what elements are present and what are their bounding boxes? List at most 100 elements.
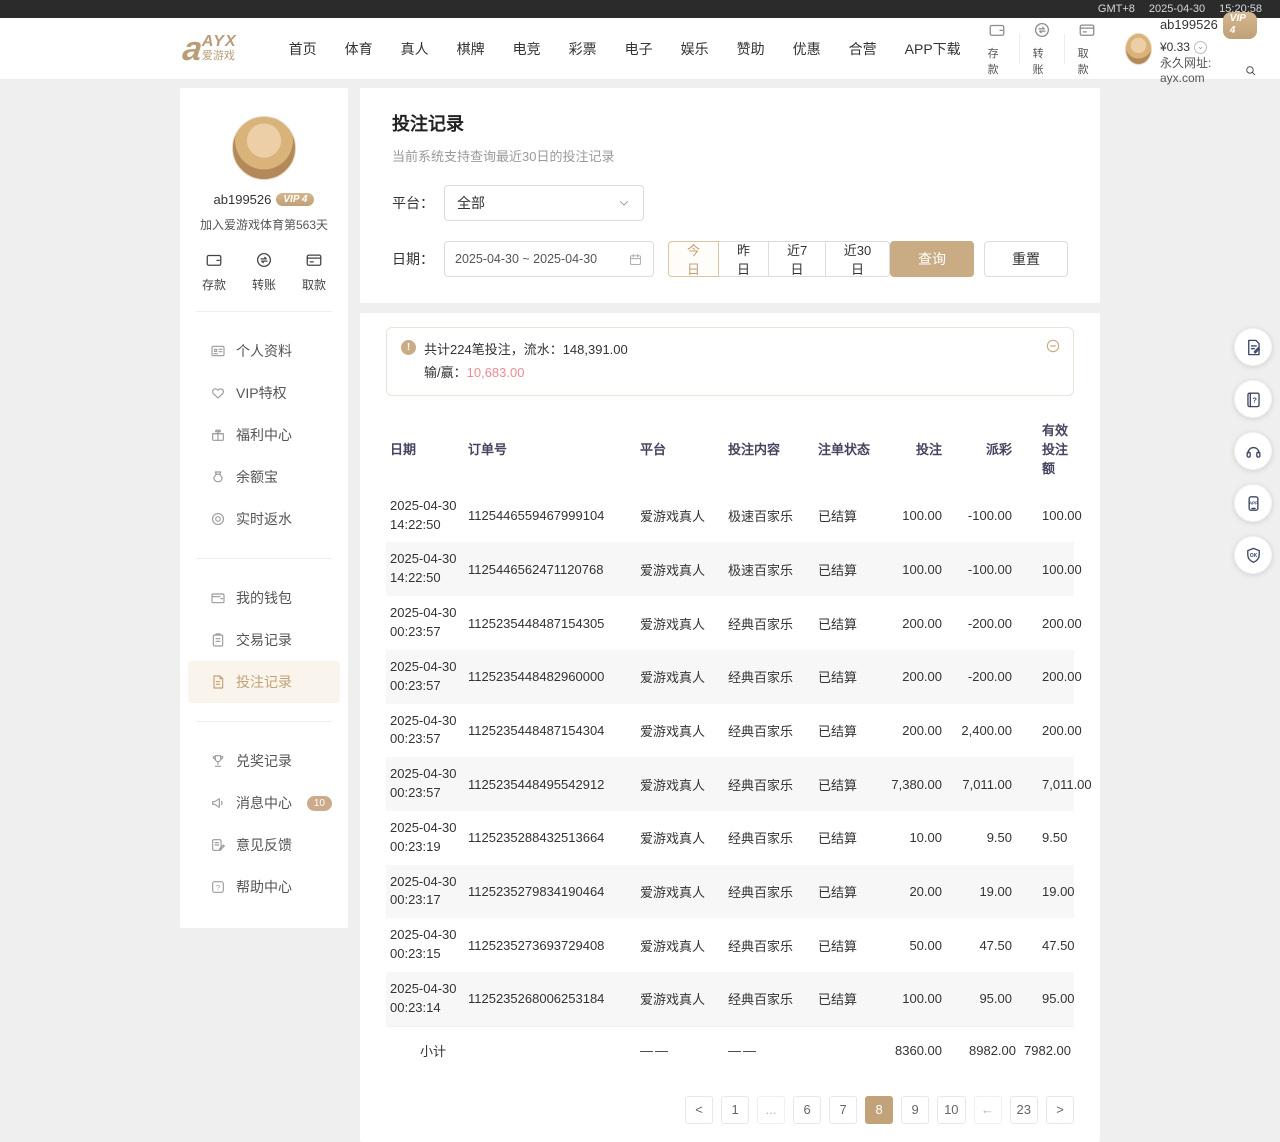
avatar[interactable] xyxy=(1125,33,1152,65)
cell-bet-amount: 200.00 xyxy=(884,596,946,650)
avatar[interactable] xyxy=(232,116,296,180)
ellipsis-button[interactable]: ... xyxy=(757,1096,785,1124)
bet-record-icon xyxy=(210,674,226,690)
platform-label: 平台： xyxy=(392,193,434,213)
cell-payout: 19.00 xyxy=(946,865,1020,919)
table-row[interactable]: 2025-04-3014:22:501125446559467999104爱游戏… xyxy=(386,489,1074,543)
search-icon[interactable] xyxy=(1244,64,1257,77)
collapse-icon[interactable] xyxy=(1045,338,1061,354)
sidebar-item-帮助中心[interactable]: ?帮助中心 xyxy=(180,866,348,908)
trophy-icon xyxy=(210,753,226,769)
subtotal-payout: 8982.00 xyxy=(946,1026,1020,1074)
divider xyxy=(196,311,332,312)
page-button-7[interactable]: 7 xyxy=(829,1096,857,1124)
platform-select[interactable]: 全部 xyxy=(444,185,644,221)
refresh-balance-icon[interactable]: ⌄ xyxy=(1194,41,1207,54)
table-row[interactable]: 2025-04-3000:23:571125235448482960000爱游戏… xyxy=(386,650,1074,704)
sidebar-menu-group: 兑奖记录消息中心10 意见反馈 ?帮助中心 xyxy=(180,740,348,908)
sidebar-item-意见反馈[interactable]: 意见反馈 xyxy=(180,824,348,866)
next-button[interactable]: > xyxy=(1046,1096,1074,1124)
feedback-float-button[interactable] xyxy=(1234,328,1272,366)
sidebar-wallet-转账[interactable]: 转账 xyxy=(252,251,276,293)
sidebar-wallet-存款[interactable]: 存款 xyxy=(202,251,226,293)
jump-prev-button[interactable]: ← xyxy=(974,1096,1002,1124)
sidebar-item-交易记录[interactable]: 交易记录 xyxy=(180,619,348,661)
sidebar-item-个人资料[interactable]: 个人资料 xyxy=(180,330,348,372)
quick-date-昨日[interactable]: 昨日 xyxy=(718,241,769,277)
permanent-url[interactable]: 永久网址: ayx.com xyxy=(1160,56,1257,86)
nav-item-电竞[interactable]: 电竞 xyxy=(499,39,555,59)
sidebar-item-福利中心[interactable]: 福利中心 xyxy=(180,414,348,456)
cell-payout: 2,400.00 xyxy=(946,704,1020,758)
pouch-icon xyxy=(210,469,226,485)
cell-date: 2025-04-3000:23:19 xyxy=(386,811,464,865)
deposit-icon xyxy=(988,21,1006,42)
app-download-float-button[interactable]: APP xyxy=(1234,484,1272,522)
nav-item-棋牌[interactable]: 棋牌 xyxy=(443,39,499,59)
nav-item-赞助[interactable]: 赞助 xyxy=(723,39,779,59)
table-row[interactable]: 2025-04-3000:23:141125235268006253184爱游戏… xyxy=(386,972,1074,1026)
nav-item-电子[interactable]: 电子 xyxy=(611,39,667,59)
nav-item-体育[interactable]: 体育 xyxy=(331,39,387,59)
sidebar-item-VIP特权[interactable]: VIP特权 xyxy=(180,372,348,414)
quick-date-今日[interactable]: 今日 xyxy=(668,241,719,277)
nav-item-彩票[interactable]: 彩票 xyxy=(555,39,611,59)
sidebar-item-兑奖记录[interactable]: 兑奖记录 xyxy=(180,740,348,782)
sidebar-item-label: 意见反馈 xyxy=(236,835,292,855)
cell-status: 已结算 xyxy=(814,972,884,1026)
cell-date: 2025-04-3000:23:57 xyxy=(386,757,464,811)
sidebar-item-投注记录[interactable]: 投注记录 xyxy=(188,661,340,703)
quick-date-近30日[interactable]: 近30日 xyxy=(825,241,890,277)
reset-button[interactable]: 重置 xyxy=(984,241,1068,277)
quick-date-近7日[interactable]: 近7日 xyxy=(768,241,826,277)
clipboard-icon xyxy=(210,632,226,648)
logo[interactable]: a AYX 爱游戏 xyxy=(183,32,237,66)
page-button-8[interactable]: 8 xyxy=(865,1096,893,1124)
table-row[interactable]: 2025-04-3000:23:151125235273693729408爱游戏… xyxy=(386,918,1074,972)
table-row[interactable]: 2025-04-3000:23:571125235448487154304爱游戏… xyxy=(386,704,1074,758)
quick-action-转账[interactable]: 转账 xyxy=(1020,21,1064,77)
nav-item-首页[interactable]: 首页 xyxy=(275,39,331,59)
nav-item-娱乐[interactable]: 娱乐 xyxy=(667,39,723,59)
table-row[interactable]: 2025-04-3000:23:571125235448495542912爱游戏… xyxy=(386,757,1074,811)
page-button-10[interactable]: 10 xyxy=(937,1096,965,1124)
sidebar-item-余额宝[interactable]: 余额宝 xyxy=(180,456,348,498)
table-row[interactable]: 2025-04-3014:22:501125446562471120768爱游戏… xyxy=(386,542,1074,596)
cell-status: 已结算 xyxy=(814,489,884,543)
bet-records-table: 日期订单号平台投注内容注单状态投注派彩有效投注额 2025-04-3014:22… xyxy=(386,408,1074,1074)
withdraw-icon xyxy=(305,251,323,272)
nav-item-优惠[interactable]: 优惠 xyxy=(779,39,835,59)
quick-date-group: 今日昨日近7日近30日 xyxy=(668,241,890,277)
quick-action-存款[interactable]: 存款 xyxy=(975,21,1019,77)
table-row[interactable]: 2025-04-3000:23:191125235288432513664爱游戏… xyxy=(386,811,1074,865)
quick-action-取款[interactable]: 取款 xyxy=(1065,21,1109,77)
cell-bet-amount: 200.00 xyxy=(884,650,946,704)
page-button-9[interactable]: 9 xyxy=(901,1096,929,1124)
nav-item-APP下载[interactable]: APP下载 xyxy=(891,39,975,59)
page-button-6[interactable]: 6 xyxy=(793,1096,821,1124)
sidebar-item-实时返水[interactable]: 实时返水 xyxy=(180,498,348,540)
subtotal-platform: —— xyxy=(636,1026,724,1074)
page-button-23[interactable]: 23 xyxy=(1010,1096,1038,1124)
security-float-button[interactable]: OK xyxy=(1234,536,1272,574)
cell-platform: 爱游戏真人 xyxy=(636,811,724,865)
table-row[interactable]: 2025-04-3000:23:171125235279834190464爱游戏… xyxy=(386,865,1074,919)
cell-valid-amount: 200.00 xyxy=(1020,704,1074,758)
customer-service-float-button[interactable] xyxy=(1234,432,1272,470)
table-row[interactable]: 2025-04-3000:23:571125235448487154305爱游戏… xyxy=(386,596,1074,650)
page-button-1[interactable]: 1 xyxy=(721,1096,749,1124)
sidebar-item-我的钱包[interactable]: 我的钱包 xyxy=(180,577,348,619)
nav-item-合营[interactable]: 合营 xyxy=(835,39,891,59)
sidebar-wallet-取款[interactable]: 取款 xyxy=(302,251,326,293)
prev-button[interactable]: < xyxy=(685,1096,713,1124)
row-time: 00:23:57 xyxy=(390,730,460,749)
cell-bet-content: 经典百家乐 xyxy=(724,865,814,919)
cell-platform: 爱游戏真人 xyxy=(636,489,724,543)
date-range-input[interactable]: 2025-04-30 ~ 2025-04-30 xyxy=(444,241,654,277)
search-button[interactable]: 查询 xyxy=(890,241,974,277)
cell-order-number: 1125235448482960000 xyxy=(464,650,636,704)
cell-date: 2025-04-3000:23:57 xyxy=(386,704,464,758)
nav-item-真人[interactable]: 真人 xyxy=(387,39,443,59)
faq-float-button[interactable]: ? xyxy=(1234,380,1272,418)
sidebar-item-消息中心[interactable]: 消息中心10 xyxy=(180,782,348,824)
